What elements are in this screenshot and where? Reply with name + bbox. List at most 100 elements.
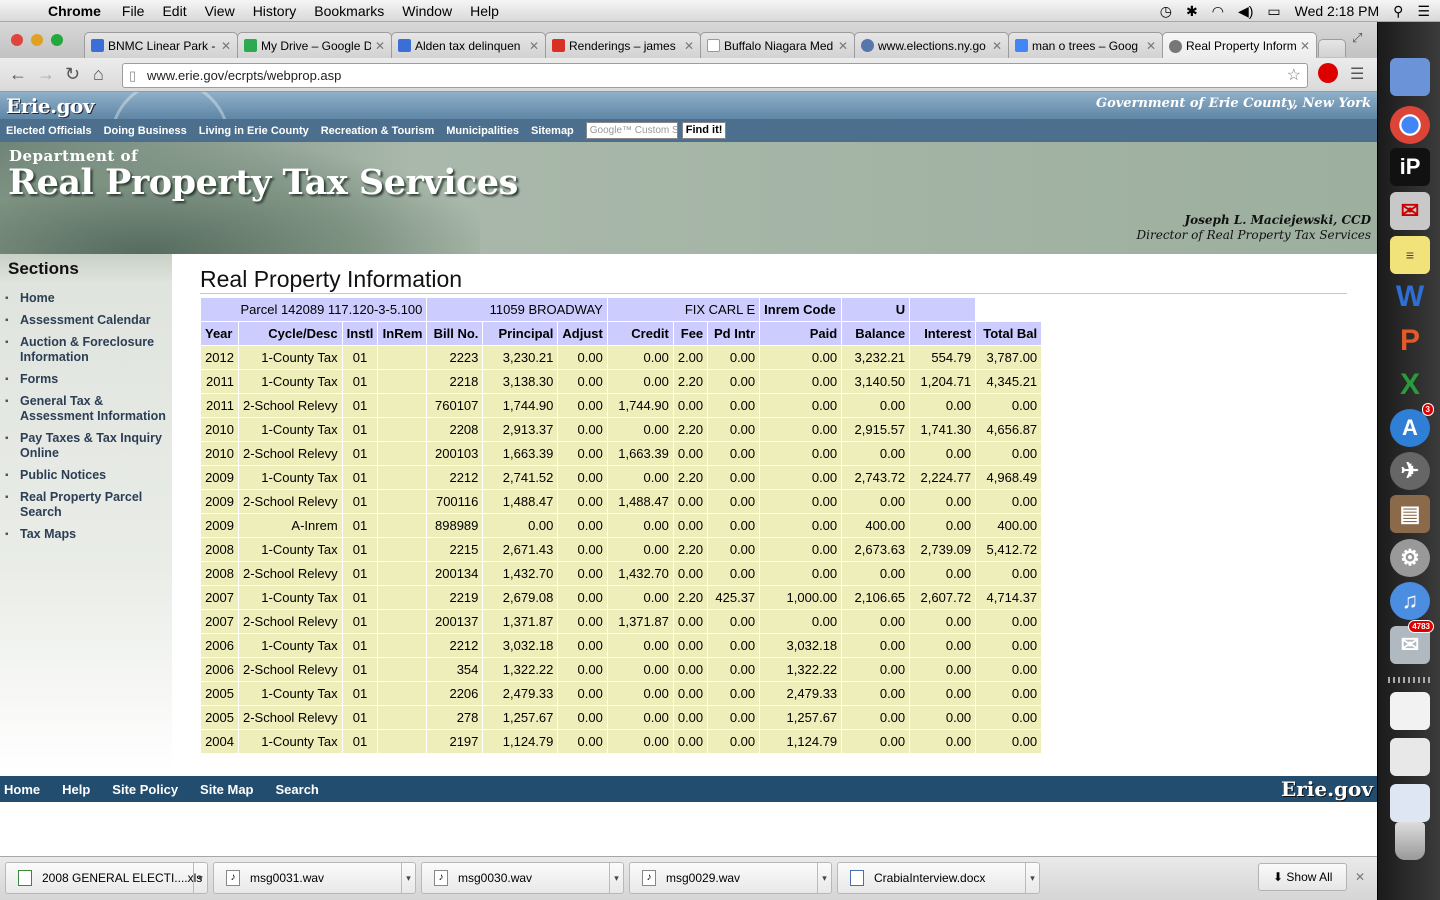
tab-close-icon[interactable]: ✕ xyxy=(1146,39,1156,53)
documents-stack-icon[interactable] xyxy=(1390,784,1430,822)
excel-icon[interactable]: X xyxy=(1390,366,1430,404)
download-item[interactable]: CrabiaInterview.docx ▾ xyxy=(837,862,1040,894)
reload-icon[interactable]: ↻ xyxy=(65,64,80,85)
mail-icon[interactable]: ✉ 4783 xyxy=(1390,192,1430,230)
footer-site-policy-link[interactable]: Site Policy xyxy=(108,782,196,797)
tab-close-icon[interactable]: ✕ xyxy=(375,39,385,53)
new-tab-button[interactable] xyxy=(1318,39,1346,57)
menu-edit[interactable]: Edit xyxy=(153,3,195,19)
download-item[interactable]: ♪ msg0031.wav ▾ xyxy=(213,862,416,894)
tab-real-property-active[interactable]: Real Property Inform ✕ xyxy=(1162,32,1317,59)
site-search-input[interactable]: Google™ Custom Search xyxy=(585,122,678,139)
footer-home-link[interactable]: Home xyxy=(0,782,58,797)
tab-close-icon[interactable]: ✕ xyxy=(529,39,539,53)
minimize-window-button[interactable] xyxy=(31,34,43,46)
battery-icon[interactable]: ▭ xyxy=(1267,3,1280,20)
nav-living-in-erie[interactable]: Living in Erie County xyxy=(193,125,315,137)
sidebar-item-general-tax[interactable]: General Tax & Assessment Information xyxy=(0,394,172,424)
address-bar[interactable]: ▯ www.erie.gov/ecrpts/webprop.asp ☆ xyxy=(122,63,1308,88)
tab-my-drive[interactable]: My Drive – Google D ✕ xyxy=(237,32,392,58)
photo-booth-icon[interactable]: ▤ xyxy=(1390,495,1430,533)
word-icon[interactable]: W xyxy=(1390,278,1430,316)
download-item[interactable]: 2008 GENERAL ELECTI....xls ▾ xyxy=(5,862,208,894)
menu-window[interactable]: Window xyxy=(393,3,461,19)
menubar-clock[interactable]: Wed 2:18 PM xyxy=(1295,3,1380,19)
forward-arrow-icon[interactable]: → xyxy=(37,64,55,85)
iphoto-icon[interactable]: iP xyxy=(1390,148,1430,186)
tab-bnmc-linear-park[interactable]: BNMC Linear Park - ✕ xyxy=(84,32,238,58)
itunes-icon[interactable]: ♫ xyxy=(1390,582,1430,620)
bookmark-star-icon[interactable]: ☆ xyxy=(1287,64,1301,87)
footer-search-link[interactable]: Search xyxy=(272,782,337,797)
menu-file[interactable]: File xyxy=(113,3,154,19)
back-arrow-icon[interactable]: ← xyxy=(9,64,27,85)
tab-close-icon[interactable]: ✕ xyxy=(992,39,1002,53)
spotlight-icon[interactable]: ⚲ xyxy=(1393,3,1403,20)
sidebar-item-tax-maps[interactable]: Tax Maps xyxy=(0,527,172,542)
mail-stamp-icon[interactable]: ✉ 4783 xyxy=(1390,620,1434,664)
home-icon[interactable]: ⌂ xyxy=(93,64,104,85)
menu-app-name[interactable]: Chrome xyxy=(40,3,113,19)
sidebar-item-auction-foreclosure[interactable]: Auction & Foreclosure Information xyxy=(0,335,170,365)
download-item[interactable]: ♪ msg0029.wav ▾ xyxy=(629,862,832,894)
tab-close-icon[interactable]: ✕ xyxy=(838,39,848,53)
nav-elected-officials[interactable]: Elected Officials xyxy=(0,125,98,137)
bluetooth-icon[interactable]: ✱ xyxy=(1186,3,1198,20)
trash-icon[interactable] xyxy=(1395,822,1425,860)
sidebar-item-forms[interactable]: Forms xyxy=(0,372,172,387)
download-menu-arrow-icon[interactable]: ▾ xyxy=(401,863,415,893)
download-menu-arrow-icon[interactable]: ▾ xyxy=(193,863,207,893)
tab-renderings[interactable]: Renderings – james ✕ xyxy=(545,32,701,58)
document-stack-icon[interactable] xyxy=(1390,692,1430,730)
download-menu-arrow-icon[interactable]: ▾ xyxy=(609,863,623,893)
nav-doing-business[interactable]: Doing Business xyxy=(98,125,193,137)
nav-recreation-tourism[interactable]: Recreation & Tourism xyxy=(315,125,441,137)
tab-elections-ny[interactable]: www.elections.ny.go ✕ xyxy=(854,32,1009,58)
wrench-menu-icon[interactable]: ☰ xyxy=(1350,64,1364,84)
wifi-icon[interactable]: ◠ xyxy=(1212,3,1224,20)
menu-view[interactable]: View xyxy=(196,3,244,19)
time-machine-icon[interactable]: ◷ xyxy=(1160,3,1172,20)
volume-icon[interactable]: ◀) xyxy=(1238,3,1253,20)
tab-buffalo-niagara[interactable]: Buffalo Niagara Med ✕ xyxy=(700,32,855,58)
tab-close-icon[interactable]: ✕ xyxy=(221,39,231,53)
chrome-icon[interactable] xyxy=(1390,106,1430,144)
tab-close-icon[interactable]: ✕ xyxy=(1300,39,1310,53)
menu-help[interactable]: Help xyxy=(461,3,508,19)
footer-erie-gov-logo[interactable]: Erie.gov xyxy=(1281,777,1373,801)
stickies-icon[interactable]: ≡ xyxy=(1390,236,1430,274)
app-store-icon[interactable]: A 3 xyxy=(1390,403,1434,447)
erie-gov-logo[interactable]: Erie.gov xyxy=(6,94,95,118)
stop-extension-icon[interactable] xyxy=(1318,63,1338,83)
sidebar-item-assessment-calendar[interactable]: Assessment Calendar xyxy=(0,313,172,328)
downloads-stack-icon[interactable] xyxy=(1390,738,1430,776)
sidebar-item-public-notices[interactable]: Public Notices xyxy=(0,468,172,483)
close-downloads-icon[interactable]: ✕ xyxy=(1355,870,1365,884)
download-menu-arrow-icon[interactable]: ▾ xyxy=(1025,863,1039,893)
finder-icon[interactable] xyxy=(1390,58,1430,96)
close-window-button[interactable] xyxy=(11,34,23,46)
menu-bookmarks[interactable]: Bookmarks xyxy=(305,3,393,19)
footer-help-link[interactable]: Help xyxy=(58,782,108,797)
fullscreen-icon[interactable]: ⤢ xyxy=(1352,30,1362,46)
tab-alden-tax[interactable]: Alden tax delinquen ✕ xyxy=(391,32,546,58)
menu-history[interactable]: History xyxy=(244,3,306,19)
show-all-downloads-button[interactable]: ⬇ Show All xyxy=(1258,863,1348,891)
system-preferences-icon[interactable]: ⚙ xyxy=(1390,539,1430,577)
nav-municipalities[interactable]: Municipalities xyxy=(440,125,525,137)
notification-center-icon[interactable]: ☰ xyxy=(1417,3,1430,20)
sidebar-item-pay-taxes[interactable]: Pay Taxes & Tax Inquiry Online xyxy=(0,431,172,461)
download-item[interactable]: ♪ msg0030.wav ▾ xyxy=(421,862,624,894)
tab-man-o-trees[interactable]: man o trees – Goog ✕ xyxy=(1008,32,1163,58)
nav-sitemap[interactable]: Sitemap xyxy=(525,125,580,137)
audio-file-icon: ♪ xyxy=(642,870,656,886)
footer-site-map-link[interactable]: Site Map xyxy=(196,782,271,797)
download-menu-arrow-icon[interactable]: ▾ xyxy=(817,863,831,893)
sidebar-item-home[interactable]: Home xyxy=(0,291,172,306)
sidebar-item-parcel-search[interactable]: Real Property Parcel Search xyxy=(0,490,150,520)
powerpoint-icon[interactable]: P xyxy=(1390,322,1430,360)
tab-close-icon[interactable]: ✕ xyxy=(684,39,694,53)
zoom-window-button[interactable] xyxy=(51,34,63,46)
launchpad-icon[interactable]: ✈ xyxy=(1390,452,1430,490)
find-it-button[interactable]: Find it! xyxy=(681,122,727,139)
